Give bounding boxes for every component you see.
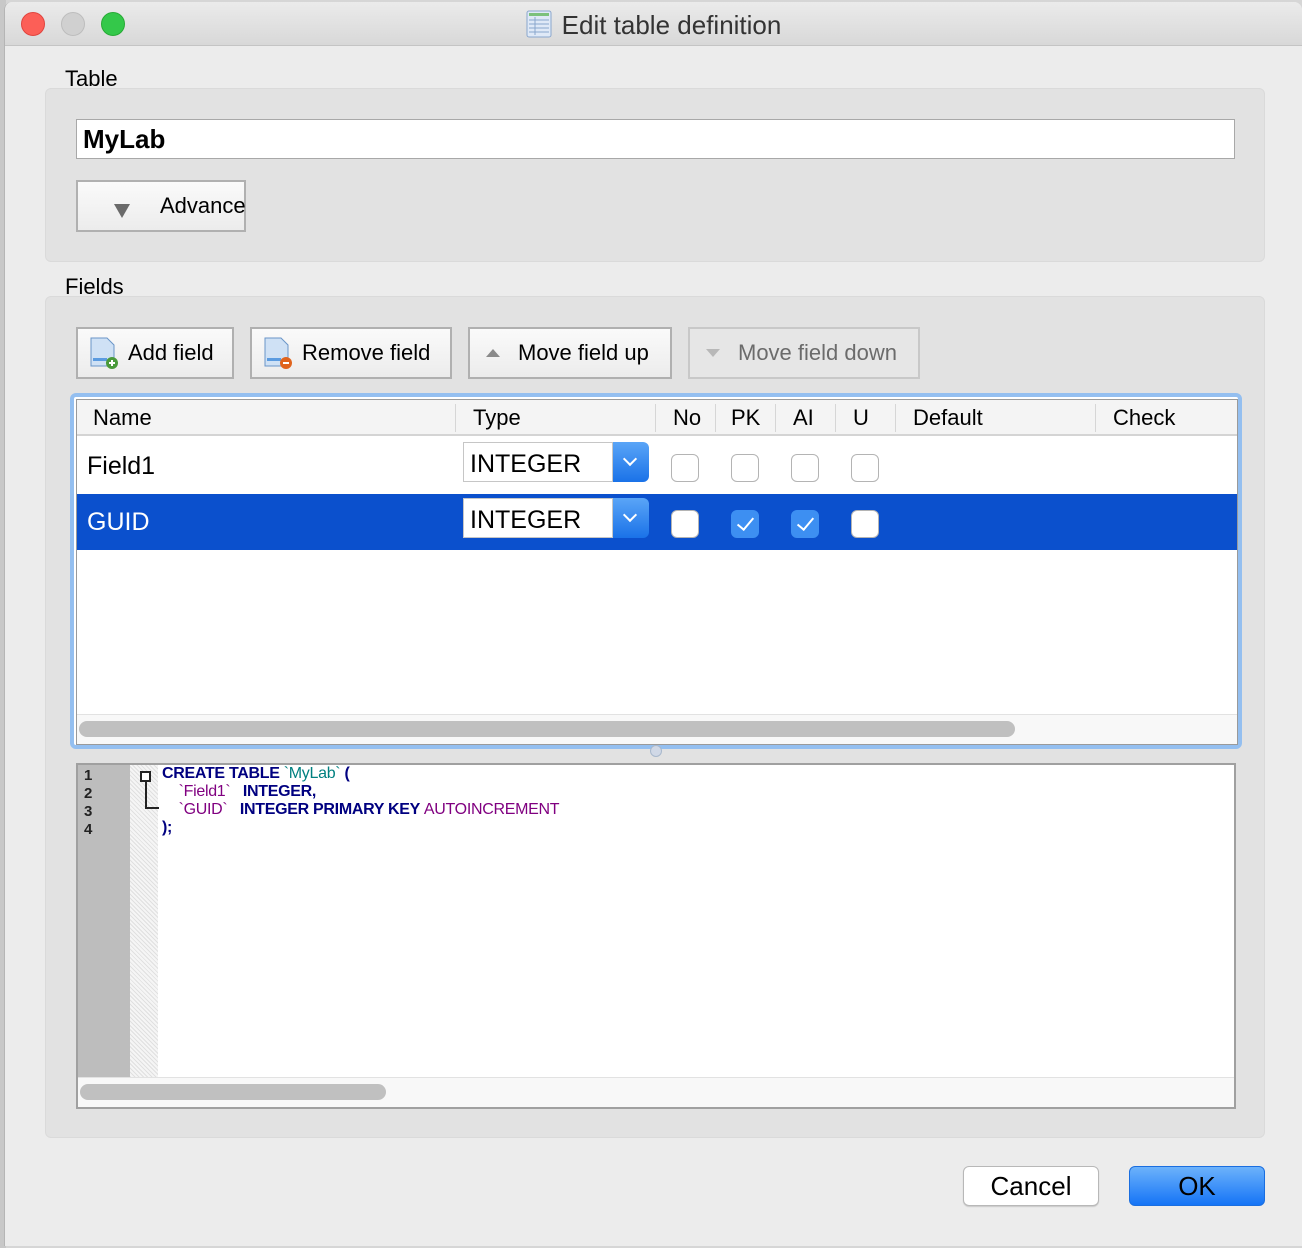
line-number: 3 <box>84 803 93 820</box>
fold-guide-end <box>145 807 159 809</box>
fold-margin <box>130 765 158 1077</box>
line-number: 4 <box>84 821 93 838</box>
line-number: 2 <box>84 785 93 802</box>
window-title: Edit table definition <box>5 10 1302 41</box>
code-line: `GUID` INTEGER PRIMARY KEY AUTOINCREMENT <box>178 801 560 818</box>
column-header-unique[interactable]: U <box>853 405 869 431</box>
primary-key-checkbox[interactable] <box>731 510 759 538</box>
advance-toggle-button[interactable]: Advance <box>76 180 246 232</box>
column-header-default[interactable]: Default <box>913 405 983 431</box>
remove-field-label: Remove field <box>302 340 431 365</box>
column-divider[interactable] <box>1095 404 1096 432</box>
fold-collapse-icon[interactable] <box>140 771 151 782</box>
code-line: ); <box>162 819 173 836</box>
field-type-dropdown[interactable]: INTEGER <box>463 442 649 482</box>
scrollbar-thumb[interactable] <box>80 1084 386 1100</box>
chevron-down-icon[interactable] <box>613 442 649 482</box>
field-name-cell[interactable]: Field1 <box>87 452 155 481</box>
cancel-button[interactable]: Cancel <box>963 1166 1099 1206</box>
field-type-dropdown[interactable]: INTEGER <box>463 498 649 538</box>
window-title-text: Edit table definition <box>561 10 782 40</box>
field-type-value: INTEGER <box>463 498 613 538</box>
chevron-down-icon[interactable] <box>613 498 649 538</box>
add-field-button[interactable]: Add field <box>76 327 234 379</box>
ok-button[interactable]: OK <box>1129 1166 1265 1206</box>
primary-key-checkbox[interactable] <box>731 454 759 482</box>
column-header-check[interactable]: Check <box>1113 405 1175 431</box>
column-divider[interactable] <box>835 404 836 432</box>
not-null-checkbox[interactable] <box>671 454 699 482</box>
arrow-down-icon <box>706 349 720 357</box>
title-bar[interactable]: Edit table definition <box>5 2 1302 46</box>
move-field-up-label: Move field up <box>518 340 649 365</box>
column-divider[interactable] <box>715 404 716 432</box>
autoincrement-checkbox[interactable] <box>791 510 819 538</box>
code-line: `Field1` INTEGER, <box>178 783 317 800</box>
splitter-handle[interactable] <box>650 745 662 757</box>
table-row[interactable]: Field1 INTEGER <box>77 438 1237 494</box>
move-field-up-button[interactable]: Move field up <box>468 327 672 379</box>
fields-group: Add field Remove field Move field up Mov… <box>45 296 1265 1138</box>
move-field-down-button[interactable]: Move field down <box>688 327 920 379</box>
field-name-cell[interactable]: GUID <box>87 508 150 537</box>
column-header-ai[interactable]: AI <box>793 405 814 431</box>
line-number-gutter: 1 2 3 4 <box>78 765 130 1077</box>
not-null-checkbox[interactable] <box>671 510 699 538</box>
table-name-input[interactable]: MyLab <box>76 119 1235 159</box>
unique-checkbox[interactable] <box>851 454 879 482</box>
column-divider[interactable] <box>455 404 456 432</box>
column-header-pk[interactable]: PK <box>731 405 760 431</box>
arrow-up-icon <box>486 349 500 357</box>
table-horizontal-scrollbar[interactable] <box>77 714 1237 744</box>
editor-horizontal-scrollbar[interactable] <box>78 1077 1234 1107</box>
column-header-name[interactable]: Name <box>93 405 152 431</box>
table-icon <box>526 10 552 38</box>
table-row[interactable]: GUID INTEGER <box>77 494 1237 550</box>
column-divider[interactable] <box>775 404 776 432</box>
disclosure-triangle-icon <box>114 204 130 218</box>
autoincrement-checkbox[interactable] <box>791 454 819 482</box>
table-group: MyLab Advance <box>45 88 1265 262</box>
line-number: 1 <box>84 767 93 784</box>
sql-preview-editor[interactable]: 1 2 3 4 CREATE TABLE `MyLab` ( `Field1` … <box>76 763 1236 1109</box>
column-divider[interactable] <box>655 404 656 432</box>
move-field-down-label: Move field down <box>738 340 897 365</box>
add-field-label: Add field <box>128 340 214 365</box>
table-header: Name Type No PK AI U Default Check <box>77 400 1237 436</box>
unique-checkbox[interactable] <box>851 510 879 538</box>
column-divider[interactable] <box>895 404 896 432</box>
scrollbar-thumb[interactable] <box>79 721 1015 737</box>
code-line: CREATE TABLE `MyLab` ( <box>162 765 350 782</box>
advance-label: Advance <box>160 193 246 218</box>
field-type-value: INTEGER <box>463 442 613 482</box>
remove-field-button[interactable]: Remove field <box>250 327 452 379</box>
remove-field-icon <box>264 337 292 369</box>
column-header-type[interactable]: Type <box>473 405 521 431</box>
edit-table-dialog: Edit table definition Table MyLab Advanc… <box>4 2 1302 1246</box>
column-header-not-null[interactable]: No <box>673 405 701 431</box>
fields-table[interactable]: Name Type No PK AI U Default Check Field… <box>70 393 1242 749</box>
fold-guide <box>145 782 147 808</box>
add-field-icon <box>90 337 118 369</box>
